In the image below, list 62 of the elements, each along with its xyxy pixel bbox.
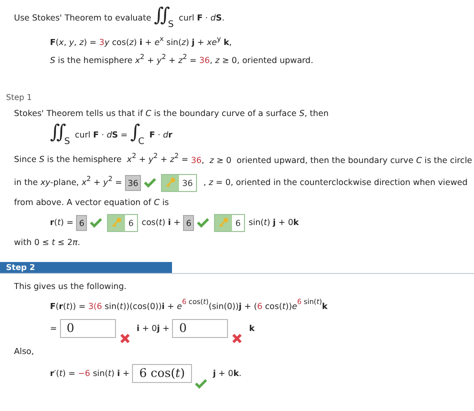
answer-value: 6 xyxy=(183,214,194,231)
formula-text: i + 0j + xyxy=(136,322,170,333)
key-icon xyxy=(165,177,176,188)
exponent-text: cos(t) xyxy=(188,298,209,306)
highlighted-number: 6 xyxy=(182,298,186,306)
paragraph-text: Stokes' Theorem tells us that if C is the boundary curve of a surface S, then xyxy=(14,108,329,118)
highlighted-number: −6 xyxy=(78,368,90,378)
formula-text: sin(t) j + 0k xyxy=(248,217,299,228)
paragraph-text: This gives us the following. xyxy=(14,281,127,292)
formula-text: y cos(z) i + e$^{x}$ sin(z) j + xe$^{y}$ k, xyxy=(104,36,232,47)
highlighted-number: 6 xyxy=(257,301,262,312)
answer-key-button[interactable]: 6 xyxy=(214,214,245,232)
integral-symbol: ∬$_{S}$ xyxy=(50,122,70,147)
formula-text: sin(t) i + xyxy=(92,368,131,378)
paragraph-text: from above. A vector equation of C is xyxy=(14,197,169,208)
formula-text: F(x, y, z) = xyxy=(50,36,98,47)
formula-text: , z ≥ 0, oriented upward. xyxy=(210,54,314,65)
key-icon xyxy=(111,217,122,228)
highlighted-number: 36 xyxy=(199,54,210,65)
answer-field[interactable]: 0 xyxy=(172,319,228,338)
answer-value: 6 xyxy=(76,214,88,231)
formula-text: = xyxy=(50,322,58,333)
paragraph-text: in the xy-plane, x$^{2}$ + y$^{2}$ = xyxy=(14,177,124,188)
key-icon xyxy=(218,217,230,228)
paragraph-text: π. xyxy=(72,237,80,248)
formula-text: cos(t))e xyxy=(264,301,298,312)
paragraph-text: Since S is the hemisphere x$^{2}$ + y$^{2}$ + z$^{2}$ = xyxy=(14,154,190,164)
formula-text: sin(t))(cos(0))i + e xyxy=(104,301,182,312)
answer-key-button[interactable]: 6 xyxy=(107,214,138,232)
answer-field[interactable]: 6 cos(t) xyxy=(132,364,192,384)
paragraph-text: S. xyxy=(216,12,224,22)
answer-key-button[interactable]: 36 xyxy=(161,174,197,192)
formula-text: j + 0k. xyxy=(212,368,242,378)
answer-field[interactable]: 0 xyxy=(60,319,116,338)
paragraph-text: curl F · d xyxy=(178,12,216,22)
formula-text: curl F · d xyxy=(74,128,112,139)
exponent-text: sin(t) xyxy=(302,298,322,306)
formula-text: r(t) = xyxy=(50,217,74,228)
paragraph-text: with 0 ≤ t ≤ 2 xyxy=(14,237,73,248)
formula-text: S is the hemisphere x$^{2}$ + y$^{2}$ + z$^{2}$ = xyxy=(50,54,198,65)
answer-value: 36 xyxy=(124,174,142,191)
step-title: Step 2 xyxy=(0,262,172,274)
formula-text: F · d xyxy=(149,128,168,139)
integral-symbol: ∬$_{S}$ xyxy=(154,6,174,30)
formula-text: F(r(t)) = xyxy=(50,301,87,312)
formula-text: k xyxy=(322,301,328,312)
highlighted-number: 3(6 xyxy=(88,301,102,312)
paragraph-text: Also, xyxy=(14,346,34,356)
paragraph-text: , z ≥ 0 oriented upward, then the boundary curve C is the circle xyxy=(202,154,472,164)
formula-text: k xyxy=(249,322,255,333)
formula-text: (sin(0))j + ( xyxy=(208,301,258,312)
formula-text: r xyxy=(168,128,172,139)
step-title: Step 1 xyxy=(5,92,33,103)
formula-text: cos(t) i + xyxy=(142,217,182,228)
highlighted-number: 6 xyxy=(297,298,302,306)
highlighted-number: 3 xyxy=(99,36,104,47)
formula-text: r′(t) = xyxy=(50,368,76,378)
paragraph-text: , z = 0, oriented in the counterclockwise direction when viewed xyxy=(202,177,468,188)
formula-text: S = xyxy=(112,128,129,139)
highlighted-number: 36 xyxy=(191,154,202,164)
integral-symbol: ∫$_{C}$ xyxy=(130,122,144,147)
paragraph-text: Use Stokes' Theorem to evaluate xyxy=(14,12,152,22)
